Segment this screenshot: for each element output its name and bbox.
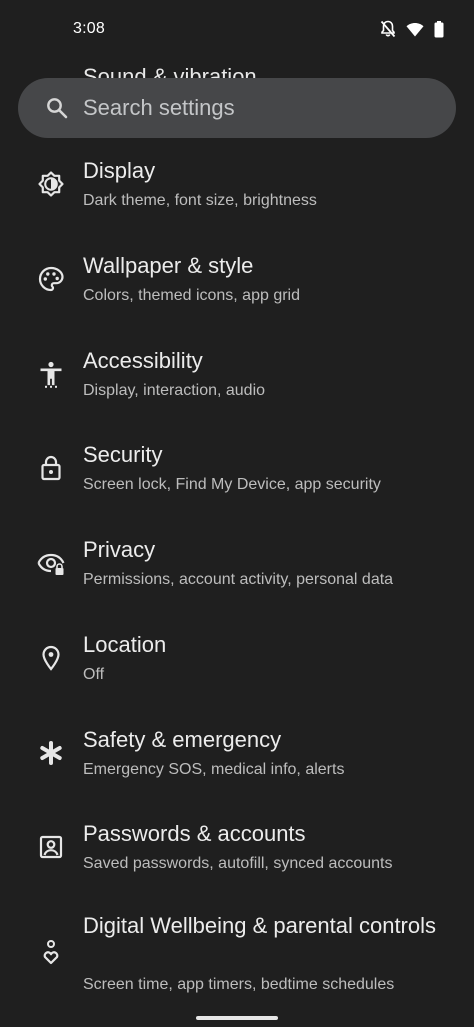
item-title: Display	[83, 158, 156, 183]
display-brightness-icon	[37, 170, 65, 198]
settings-item-location[interactable]: Location Off	[0, 616, 474, 711]
settings-item-digital-wellbeing[interactable]: Digital Wellbeing & parental controls Sc…	[0, 900, 474, 995]
gesture-nav-handle[interactable]	[196, 1016, 278, 1020]
item-title: Location	[83, 631, 167, 657]
location-pin-icon	[37, 644, 65, 672]
item-subtitle: Off	[83, 665, 105, 683]
item-subtitle: Colors, themed icons, app grid	[83, 286, 300, 304]
privacy-eye-icon	[37, 549, 65, 577]
item-subtitle: Screen lock, Find My Device, app securit…	[83, 476, 381, 494]
asterisk-icon	[37, 739, 65, 767]
item-title: Privacy	[83, 537, 156, 562]
search-bar[interactable]: Search settings	[18, 78, 456, 138]
settings-item-privacy[interactable]: Privacy Permissions, account activity, p…	[0, 521, 474, 616]
item-title: Wallpaper & style	[83, 252, 254, 278]
item-subtitle: Screen time, app timers, bedtime schedul…	[83, 976, 395, 993]
search-placeholder: Search settings	[83, 95, 235, 120]
item-subtitle: Dark theme, font size, brightness	[83, 192, 317, 209]
item-title: Security	[83, 442, 163, 468]
settings-item-safety[interactable]: Safety & emergency Emergency SOS, medica…	[0, 711, 474, 806]
account-box-icon	[37, 833, 65, 861]
item-title: Accessibility	[83, 347, 203, 373]
wellbeing-icon	[37, 938, 65, 966]
item-title: Digital Wellbeing & parental controls	[83, 913, 436, 938]
settings-item-accessibility[interactable]: Accessibility Display, interaction, audi…	[0, 332, 474, 427]
item-subtitle: Emergency SOS, medical info, alerts	[83, 760, 345, 778]
item-title: Passwords & accounts	[83, 821, 306, 847]
status-icons	[380, 20, 444, 38]
status-time: 3:08	[73, 20, 105, 37]
accessibility-icon	[37, 360, 65, 388]
status-bar: 3:08	[0, 0, 474, 62]
item-title: Safety & emergency	[83, 726, 282, 752]
settings-item-security[interactable]: Security Screen lock, Find My Device, ap…	[0, 426, 474, 521]
settings-item-passwords[interactable]: Passwords & accounts Saved passwords, au…	[0, 805, 474, 900]
settings-item-wallpaper[interactable]: Wallpaper & style Colors, themed icons, …	[0, 237, 474, 332]
battery-icon	[434, 20, 444, 38]
item-subtitle: Permissions, account activity, personal …	[83, 571, 394, 588]
search-icon	[45, 96, 69, 125]
palette-icon	[37, 265, 65, 293]
settings-item-display[interactable]: Display Dark theme, font size, brightnes…	[0, 142, 474, 237]
wifi-icon	[406, 22, 424, 37]
item-subtitle: Display, interaction, audio	[83, 381, 266, 399]
item-subtitle: Saved passwords, autofill, synced accoun…	[83, 855, 393, 873]
lock-icon	[37, 454, 65, 482]
settings-list: Display Dark theme, font size, brightnes…	[0, 142, 474, 995]
notifications-off-icon	[380, 20, 396, 38]
